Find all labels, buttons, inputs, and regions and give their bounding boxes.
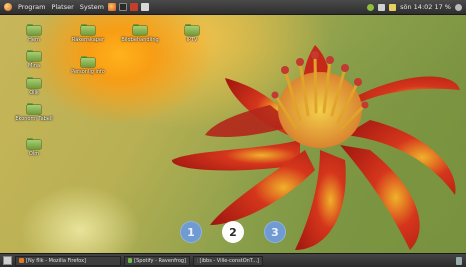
desktop-icon-folder[interactable]: Personlig info [68, 56, 108, 75]
desktop-icon-label: IPTV [186, 37, 198, 43]
text-editor-launcher-icon[interactable] [141, 3, 150, 11]
trash-icon[interactable] [456, 256, 462, 265]
desktop-icon-label: Olik [29, 90, 39, 96]
workspace-1[interactable]: 1 [180, 221, 202, 243]
spotify-icon [128, 258, 133, 263]
folder-icon [27, 138, 41, 149]
taskbar-item-firefox[interactable]: [Ny flik - Mozilla Firefox] [15, 255, 121, 266]
network-icon[interactable] [367, 3, 375, 11]
show-desktop-icon[interactable] [3, 256, 12, 265]
desktop-icon-folder[interactable]: Olm [14, 138, 54, 157]
system-tray: sön 14:02 17 % [367, 3, 466, 11]
firefox-launcher-icon[interactable] [108, 3, 117, 11]
terminal-icon [197, 258, 198, 263]
desktop-icon-label: Mina [28, 63, 40, 69]
desktop-icon-label: Personlig info [71, 69, 105, 75]
taskbar-item-label: [Spotify - Ravenfrog] [134, 257, 186, 264]
volume-icon[interactable] [378, 3, 386, 11]
taskbar-item-label: [Ny flik - Mozilla Firefox] [26, 257, 86, 264]
folder-icon [27, 77, 41, 88]
folder-icon [81, 24, 95, 35]
folder-icon [27, 103, 41, 114]
clock[interactable]: sön 14:02 17 % [400, 3, 451, 11]
desktop-screen: Program Platser System sön 14:02 17 % He… [0, 0, 466, 267]
taskbar-item-spotify[interactable]: [Spotify - Ravenfrog] [124, 255, 190, 266]
ubuntu-one-launcher-icon[interactable] [130, 3, 139, 11]
desktop-icon-folder[interactable]: Bildbehandling [120, 24, 160, 43]
menu-system[interactable]: System [80, 3, 104, 11]
menu-places[interactable]: Platser [51, 3, 73, 11]
panel-launchers [108, 3, 150, 11]
terminal-launcher-icon[interactable] [119, 3, 128, 11]
desktop-icon-label: Olm [28, 151, 40, 157]
folder-icon [185, 24, 199, 35]
workspace-2[interactable]: 2 [222, 221, 244, 243]
desktop-icon-label: Hem [28, 37, 40, 43]
desktop-icon-folder[interactable]: IPTV [172, 24, 212, 43]
desktop-icon-label: Bildbehandling [121, 37, 159, 43]
main-menu: Program Platser System [0, 3, 104, 11]
taskbar-item-terminal[interactable]: [ibbs - Ville-constOnT...] [193, 255, 263, 266]
taskbar-item-label: [ibbs - Ville-constOnT...] [199, 257, 259, 264]
menu-applications[interactable]: Program [18, 3, 45, 11]
folder-icon [81, 56, 95, 67]
top-panel: Program Platser System sön 14:02 17 % [0, 0, 466, 15]
desktop-icon-label: Ekonomi Tabell [15, 116, 53, 122]
desktop-icon-folder[interactable]: Ekonomi Tabell [14, 103, 54, 122]
bottom-panel: [Ny flik - Mozilla Firefox] [Spotify - R… [0, 253, 466, 267]
desktop-icon-folder[interactable]: Mina [14, 50, 54, 69]
battery-icon[interactable] [389, 3, 397, 11]
desktop-icon-label: Räkenskaper [71, 37, 105, 43]
folder-icon [27, 50, 41, 61]
firefox-icon [19, 258, 24, 263]
desktop-icon-home[interactable]: Hem [14, 24, 54, 43]
distro-logo-icon[interactable] [4, 3, 12, 11]
folder-icon [27, 24, 41, 35]
workspace-3[interactable]: 3 [264, 221, 286, 243]
desktop-icon-folder[interactable]: Olik [14, 77, 54, 96]
folder-icon [133, 24, 147, 35]
power-icon[interactable] [455, 3, 462, 11]
desktop-icon-folder[interactable]: Räkenskaper [68, 24, 108, 43]
